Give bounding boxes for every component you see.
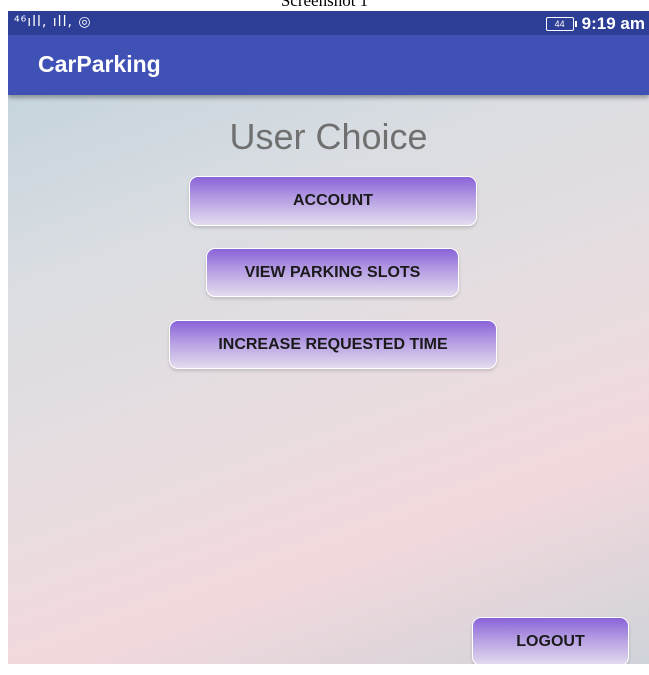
figure-caption: Screenshot 1	[0, 0, 649, 11]
app-title: CarParking	[38, 51, 161, 77]
logout-button[interactable]: LOGOUT	[472, 617, 629, 664]
status-right: 44 9:19 am	[545, 14, 645, 34]
account-button[interactable]: ACCOUNT	[189, 176, 477, 226]
phone-screen: ⁴⁶ıll, ıll, ◎ 44 9:19 am CarParking User…	[8, 11, 649, 664]
page-title: User Choice	[229, 116, 428, 157]
app-bar: CarParking	[8, 35, 649, 95]
view-parking-slots-button[interactable]: VIEW PARKING SLOTS	[206, 248, 459, 297]
status-bar: ⁴⁶ıll, ıll, ◎ 44 9:19 am	[8, 11, 649, 35]
signal-icon: ⁴⁶ıll, ıll, ◎	[14, 14, 92, 30]
increase-requested-time-button[interactable]: INCREASE REQUESTED TIME	[169, 320, 497, 369]
caption-text: Screenshot 1	[280, 0, 369, 10]
status-time: 9:19 am	[581, 14, 645, 33]
battery-icon: 44	[545, 17, 577, 31]
